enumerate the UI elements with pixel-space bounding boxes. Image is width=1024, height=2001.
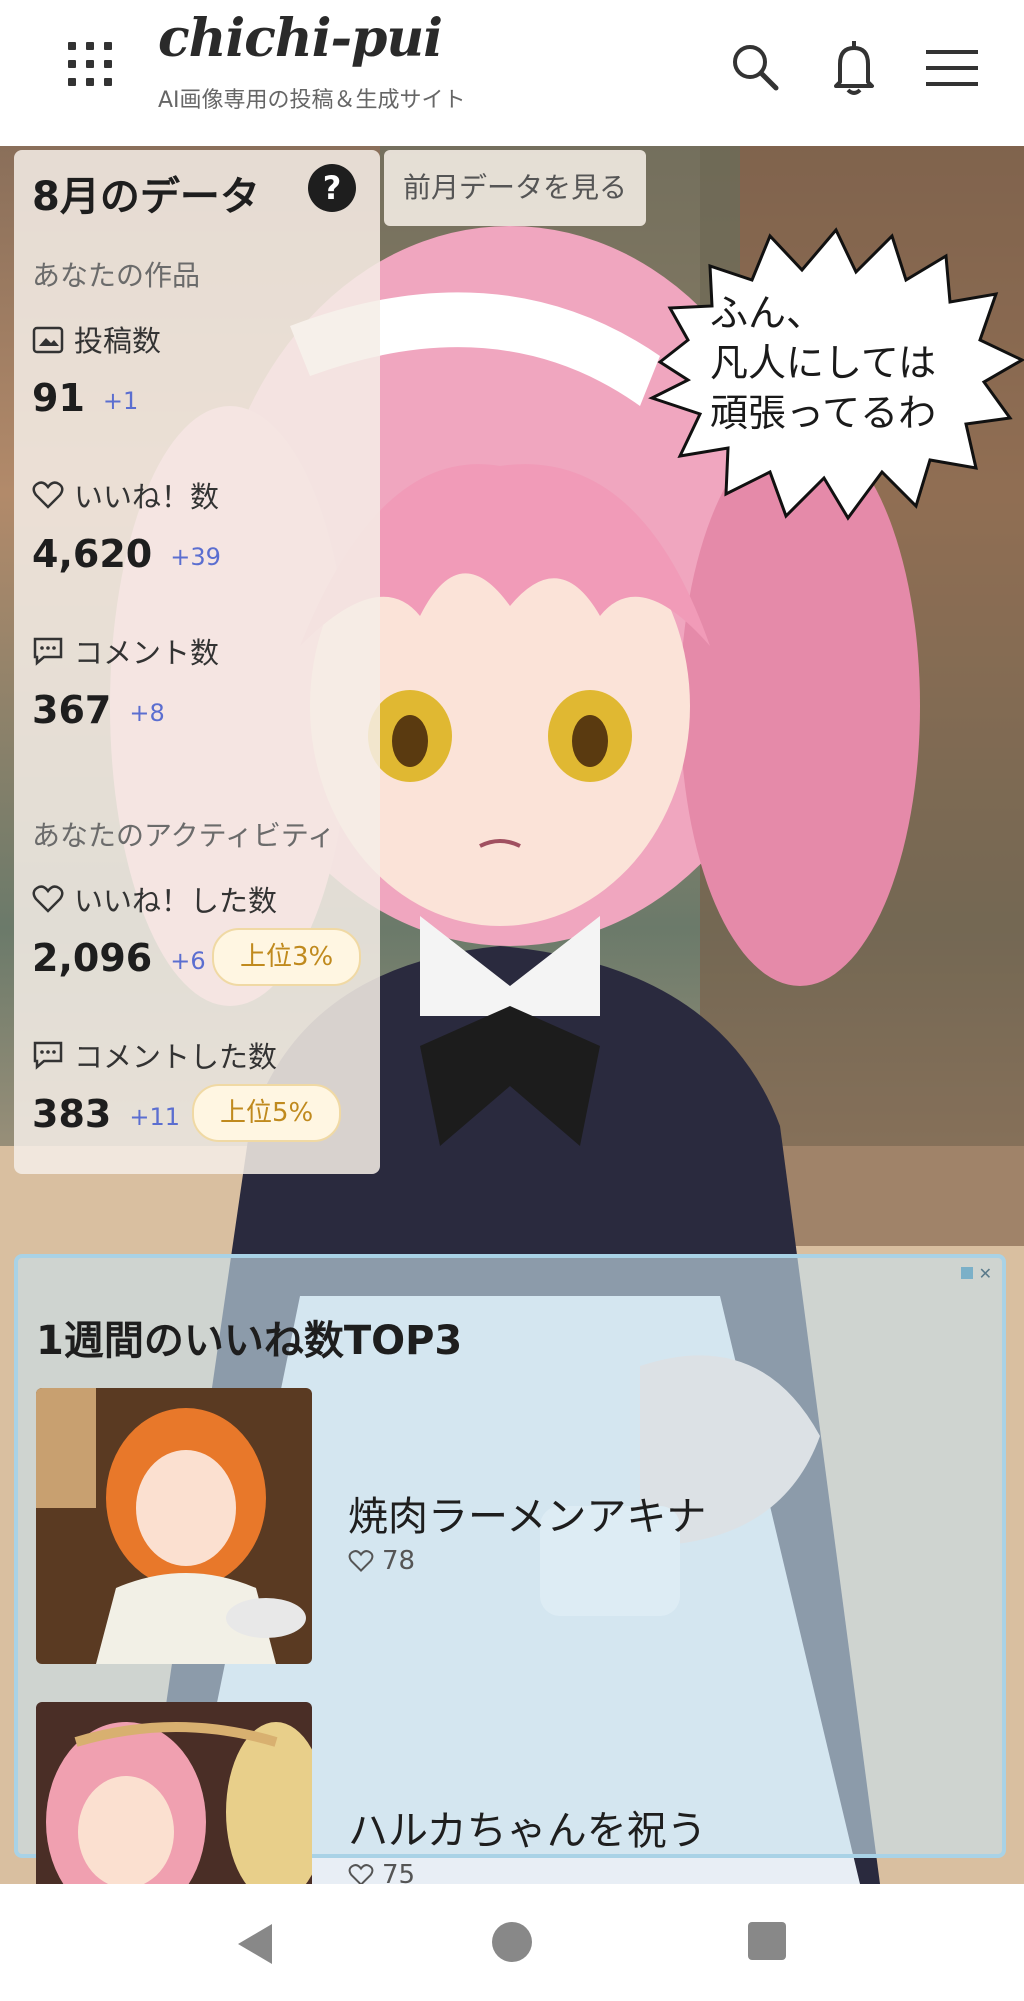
speech-bubble-text: ふん、 凡人にしては 頑張ってるわ: [710, 291, 937, 435]
back-triangle-icon[interactable]: [236, 1922, 276, 1966]
likes-label-text: いいね！数: [74, 480, 220, 514]
posts-label-text: 投稿数: [74, 324, 162, 358]
home-circle-icon[interactable]: [492, 1922, 532, 1962]
comment-icon: [33, 1041, 63, 1070]
monthly-stats-panel: 8月のデータ ? あなたの作品 投稿数 91 +1 いいね！数 4,620 +39 …: [14, 150, 380, 1174]
artwork-title[interactable]: ハルカちゃんを祝う: [348, 1798, 707, 1856]
artwork-likes-count: 78: [382, 1546, 416, 1576]
likes-label: いいね！数: [32, 474, 219, 516]
hamburger-menu-icon[interactable]: [922, 38, 978, 98]
heart-icon: [32, 885, 64, 913]
commented-value: 383 +11: [32, 1092, 180, 1136]
posts-delta: +1: [102, 386, 139, 415]
comments-label-text: コメント数: [74, 636, 220, 670]
comments-label: コメント数: [32, 630, 219, 672]
close-icon[interactable]: ✕: [979, 1264, 992, 1283]
info-square-icon[interactable]: [960, 1267, 973, 1279]
activity-section-label: あなたのアクティビティ: [32, 819, 336, 852]
liked-label-text: いいね！した数: [74, 884, 278, 918]
liked-rank-badge: 上位3%: [212, 928, 362, 986]
likes-value: 4,620 +39: [32, 532, 221, 576]
liked-value: 2,096 +6: [32, 936, 206, 980]
system-navigation-bar: [0, 1884, 1024, 2001]
works-section-label: あなたの作品: [32, 259, 201, 292]
liked-delta: +6: [170, 946, 206, 975]
help-icon[interactable]: ?: [308, 164, 356, 212]
apps-grid-icon[interactable]: [68, 42, 112, 86]
app-header: chichi-pui AI画像専用の投稿＆生成サイト: [0, 0, 1024, 146]
folder-image-icon: [32, 326, 64, 354]
heart-icon: [348, 1550, 374, 1573]
artwork-title[interactable]: 焼肉ラーメンアキナ: [348, 1484, 706, 1542]
comments-count: 367: [32, 688, 112, 732]
search-icon[interactable]: [728, 38, 784, 98]
commented-rank-badge: 上位5%: [192, 1084, 342, 1142]
comment-icon: [33, 637, 63, 666]
heart-icon: [32, 481, 64, 509]
comments-value: 367 +8: [32, 688, 165, 732]
posts-value: 91 +1: [32, 376, 138, 420]
top3-title: 1週間のいいね数TOP3: [36, 1318, 463, 1364]
commented-label: コメントした数: [32, 1034, 277, 1076]
previous-month-button[interactable]: 前月データを見る: [384, 150, 646, 226]
commented-delta: +11: [129, 1102, 180, 1131]
stats-title: 8月のデータ: [32, 174, 260, 220]
artwork-likes: 78: [348, 1546, 415, 1576]
likes-count: 4,620: [32, 532, 153, 576]
comments-delta: +8: [129, 698, 165, 727]
panel-controls[interactable]: ✕: [960, 1264, 992, 1283]
posts-label: 投稿数: [32, 318, 161, 360]
liked-label: いいね！した数: [32, 878, 277, 920]
recents-square-icon[interactable]: [748, 1922, 786, 1960]
top3-item[interactable]: 焼肉ラーメンアキナ 78: [36, 1388, 996, 1664]
commented-count: 383: [32, 1092, 112, 1136]
weekly-top3-panel: ✕ 1週間のいいね数TOP3 焼肉ラーメンアキナ 78 ハルカちゃんを祝う 75: [14, 1254, 1006, 1978]
liked-count: 2,096: [32, 936, 153, 980]
likes-delta: +39: [170, 542, 221, 571]
site-logo[interactable]: chichi-pui: [158, 8, 443, 69]
commented-label-text: コメントした数: [74, 1040, 278, 1074]
bell-icon[interactable]: [826, 38, 882, 98]
posts-count: 91: [32, 376, 85, 420]
artwork-thumbnail[interactable]: [36, 1388, 312, 1664]
site-tagline: AI画像専用の投稿＆生成サイト: [158, 88, 466, 113]
